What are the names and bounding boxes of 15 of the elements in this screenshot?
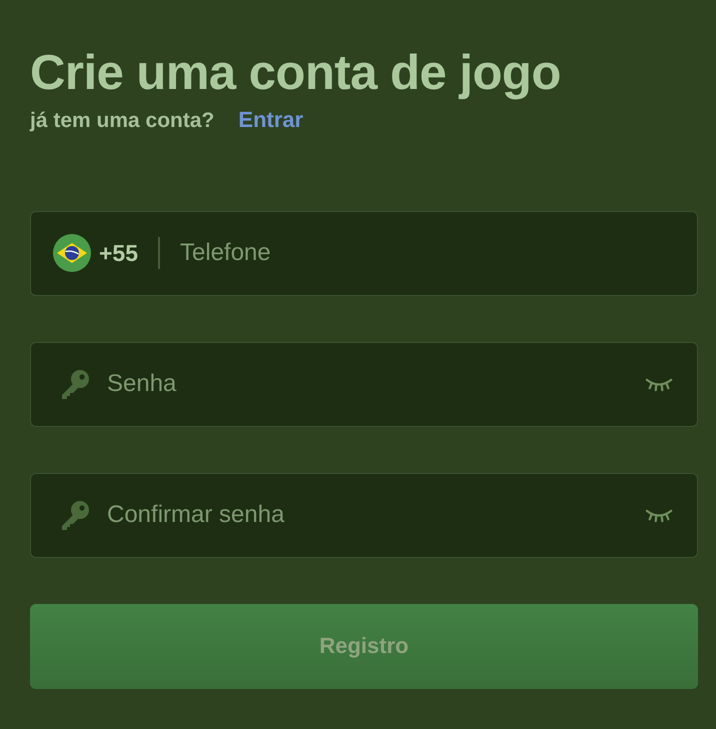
phone-input[interactable]: Telefone xyxy=(180,239,697,268)
flag-icon xyxy=(53,234,91,272)
phone-field[interactable]: +55 Telefone xyxy=(30,210,698,296)
login-link[interactable]: Entrar xyxy=(238,106,304,133)
login-prompt: já tem uma conta? xyxy=(30,108,214,133)
password-field[interactable]: Confirmar senha xyxy=(30,472,698,558)
key-icon xyxy=(59,499,91,532)
closed-eye-icon[interactable] xyxy=(645,506,673,524)
page-title: Crie uma conta de jogo xyxy=(30,45,562,102)
password-input[interactable]: Confirmar senha xyxy=(107,501,645,530)
password-input[interactable]: Senha xyxy=(107,370,645,398)
closed-eye-icon[interactable] xyxy=(645,376,673,393)
password-field[interactable]: Senha xyxy=(30,342,698,427)
key-icon xyxy=(59,368,91,400)
country-code[interactable]: +55 xyxy=(99,240,138,267)
